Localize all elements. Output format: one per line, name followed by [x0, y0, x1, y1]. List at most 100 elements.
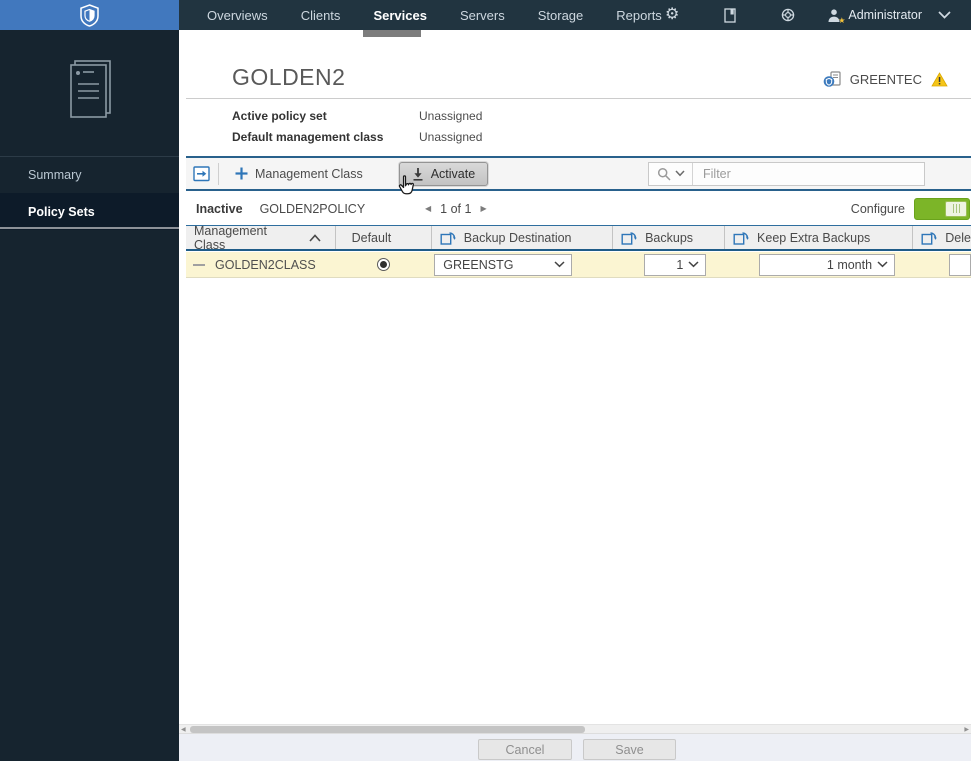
- chevron-down-icon: [554, 261, 565, 268]
- active-tab-indicator: [363, 30, 421, 37]
- previous-page-icon[interactable]: ◀: [425, 204, 431, 213]
- scrollbar-thumb[interactable]: [190, 726, 585, 733]
- activate-button[interactable]: Activate: [398, 161, 489, 186]
- server-badge: GREENTEC: [823, 71, 948, 88]
- column-label: Keep Extra Backups: [757, 230, 871, 245]
- user-icon: ★: [827, 8, 846, 25]
- policy-set-name: GOLDEN2POLICY: [259, 201, 366, 216]
- active-policy-set-row: Active policy set Unassigned: [232, 109, 482, 123]
- gear-icon[interactable]: ⚙: [665, 7, 679, 23]
- column-header-management-class[interactable]: Management Class: [186, 223, 336, 252]
- page-indicator: 1 of 1: [440, 201, 472, 216]
- sidebar: Summary Policy Sets: [0, 0, 179, 761]
- chevron-down-icon[interactable]: [938, 11, 951, 19]
- warning-icon[interactable]: [931, 72, 948, 87]
- nav-tab-services[interactable]: Services: [373, 8, 427, 23]
- filter-group: [648, 161, 925, 186]
- column-label: Backups: [645, 230, 694, 245]
- policy-set-status: Inactive: [196, 201, 243, 216]
- column-label: Default: [351, 230, 392, 245]
- operations-center-window: Summary Policy Sets Overviews Clients Se…: [0, 0, 971, 761]
- policy-set-bar: Inactive GOLDEN2POLICY ◀ 1 of 1 ▶ Config…: [186, 193, 971, 224]
- plus-icon: [235, 167, 248, 180]
- keep-extra-backups-cell: 1 month: [724, 252, 912, 277]
- help-ring-icon[interactable]: [781, 8, 795, 22]
- remove-row-icon[interactable]: [193, 263, 205, 266]
- cancel-button[interactable]: Cancel: [478, 739, 572, 760]
- backups-value: 1: [676, 257, 684, 272]
- configure-label: Configure: [850, 201, 905, 216]
- management-class-name: GOLDEN2CLASS: [215, 257, 316, 272]
- column-label: Management Class: [194, 223, 267, 252]
- header-divider: [186, 98, 971, 99]
- horizontal-scrollbar[interactable]: ◀ ▶: [179, 724, 971, 734]
- delete-select-truncated[interactable]: [948, 253, 971, 276]
- apply-to-all-icon: [440, 231, 456, 245]
- nav-tab-servers[interactable]: Servers: [460, 8, 505, 23]
- active-policy-set-label: Active policy set: [232, 109, 327, 123]
- default-radio-selected[interactable]: [376, 258, 390, 271]
- user-menu[interactable]: ★ Administrator: [827, 8, 922, 25]
- chevron-down-icon: [688, 261, 699, 268]
- book-icon[interactable]: [724, 7, 737, 23]
- apply-to-all-icon: [921, 231, 938, 245]
- policy-document-illustration: [66, 58, 116, 125]
- user-badge-star-icon: ★: [838, 15, 846, 25]
- backups-select[interactable]: 1: [644, 253, 707, 276]
- column-header-backups[interactable]: Backups: [613, 226, 726, 249]
- management-class-cell: GOLDEN2CLASS: [186, 252, 335, 277]
- column-header-default[interactable]: Default: [336, 226, 432, 249]
- filter-input[interactable]: [693, 162, 924, 185]
- scroll-right-icon[interactable]: ▶: [964, 726, 969, 734]
- open-details-button[interactable]: [186, 158, 218, 189]
- sidebar-item-policy-sets[interactable]: Policy Sets: [0, 193, 179, 230]
- sidebar-item-label: Policy Sets: [28, 204, 95, 219]
- nav-right-group: ⚙ ★ Administrator: [665, 7, 971, 25]
- active-policy-set-value: Unassigned: [419, 109, 483, 123]
- table-row[interactable]: GOLDEN2CLASS GREENSTG 1 1 month: [186, 252, 971, 278]
- save-button[interactable]: Save: [583, 739, 676, 760]
- top-navigation-bar: Overviews Clients Services Servers Stora…: [179, 0, 971, 30]
- keep-extra-backups-value: 1 month: [826, 257, 873, 272]
- default-management-class-value: Unassigned: [419, 130, 483, 144]
- sort-ascending-icon: [309, 233, 321, 242]
- sidebar-menu: Summary Policy Sets: [0, 156, 179, 230]
- column-header-delete-truncated[interactable]: Dele: [913, 226, 971, 249]
- default-management-class-row: Default management class Unassigned: [232, 130, 482, 144]
- shield-logo-icon: [80, 3, 99, 27]
- column-label: Dele: [945, 230, 971, 245]
- sidebar-item-label: Summary: [28, 168, 82, 182]
- nav-tab-reports[interactable]: Reports: [616, 8, 662, 23]
- keep-extra-backups-select[interactable]: 1 month: [759, 253, 896, 276]
- add-management-class-button[interactable]: Management Class: [219, 158, 379, 189]
- nav-tab-clients[interactable]: Clients: [301, 8, 341, 23]
- configure-control: Configure: [850, 197, 970, 220]
- column-label: Backup Destination: [463, 230, 572, 245]
- chevron-down-icon: [877, 261, 888, 268]
- backup-destination-cell: GREENSTG: [431, 252, 612, 277]
- footer-bar: Cancel Save: [179, 734, 971, 761]
- user-name-label: Administrator: [848, 8, 922, 22]
- backup-destination-value: GREENSTG: [443, 257, 514, 272]
- nav-tabs: Overviews Clients Services Servers Stora…: [179, 8, 662, 23]
- nav-tab-overviews[interactable]: Overviews: [207, 8, 268, 23]
- app-logo-box[interactable]: [0, 0, 179, 30]
- scroll-left-icon[interactable]: ◀: [181, 726, 186, 734]
- policy-toolbar: Management Class Activate: [186, 156, 971, 191]
- delete-cell-truncated: [912, 252, 971, 277]
- backups-cell: 1: [612, 252, 724, 277]
- nav-tab-storage[interactable]: Storage: [538, 8, 584, 23]
- toggle-handle[interactable]: [945, 200, 967, 217]
- table-header-row: Management Class Default Backup Destinat…: [186, 223, 971, 252]
- activate-button-label: Activate: [430, 166, 476, 181]
- backup-destination-select[interactable]: GREENSTG: [434, 253, 573, 276]
- search-scope-dropdown[interactable]: [649, 162, 693, 185]
- column-header-keep-extra-backups[interactable]: Keep Extra Backups: [725, 226, 914, 249]
- add-management-class-label: Management Class: [255, 166, 363, 181]
- next-page-icon[interactable]: ▶: [480, 204, 486, 213]
- column-header-backup-destination[interactable]: Backup Destination: [432, 226, 614, 249]
- configure-toggle[interactable]: [914, 197, 970, 220]
- sidebar-item-summary[interactable]: Summary: [0, 157, 179, 193]
- server-name-label[interactable]: GREENTEC: [850, 72, 922, 87]
- apply-to-all-icon: [621, 231, 637, 245]
